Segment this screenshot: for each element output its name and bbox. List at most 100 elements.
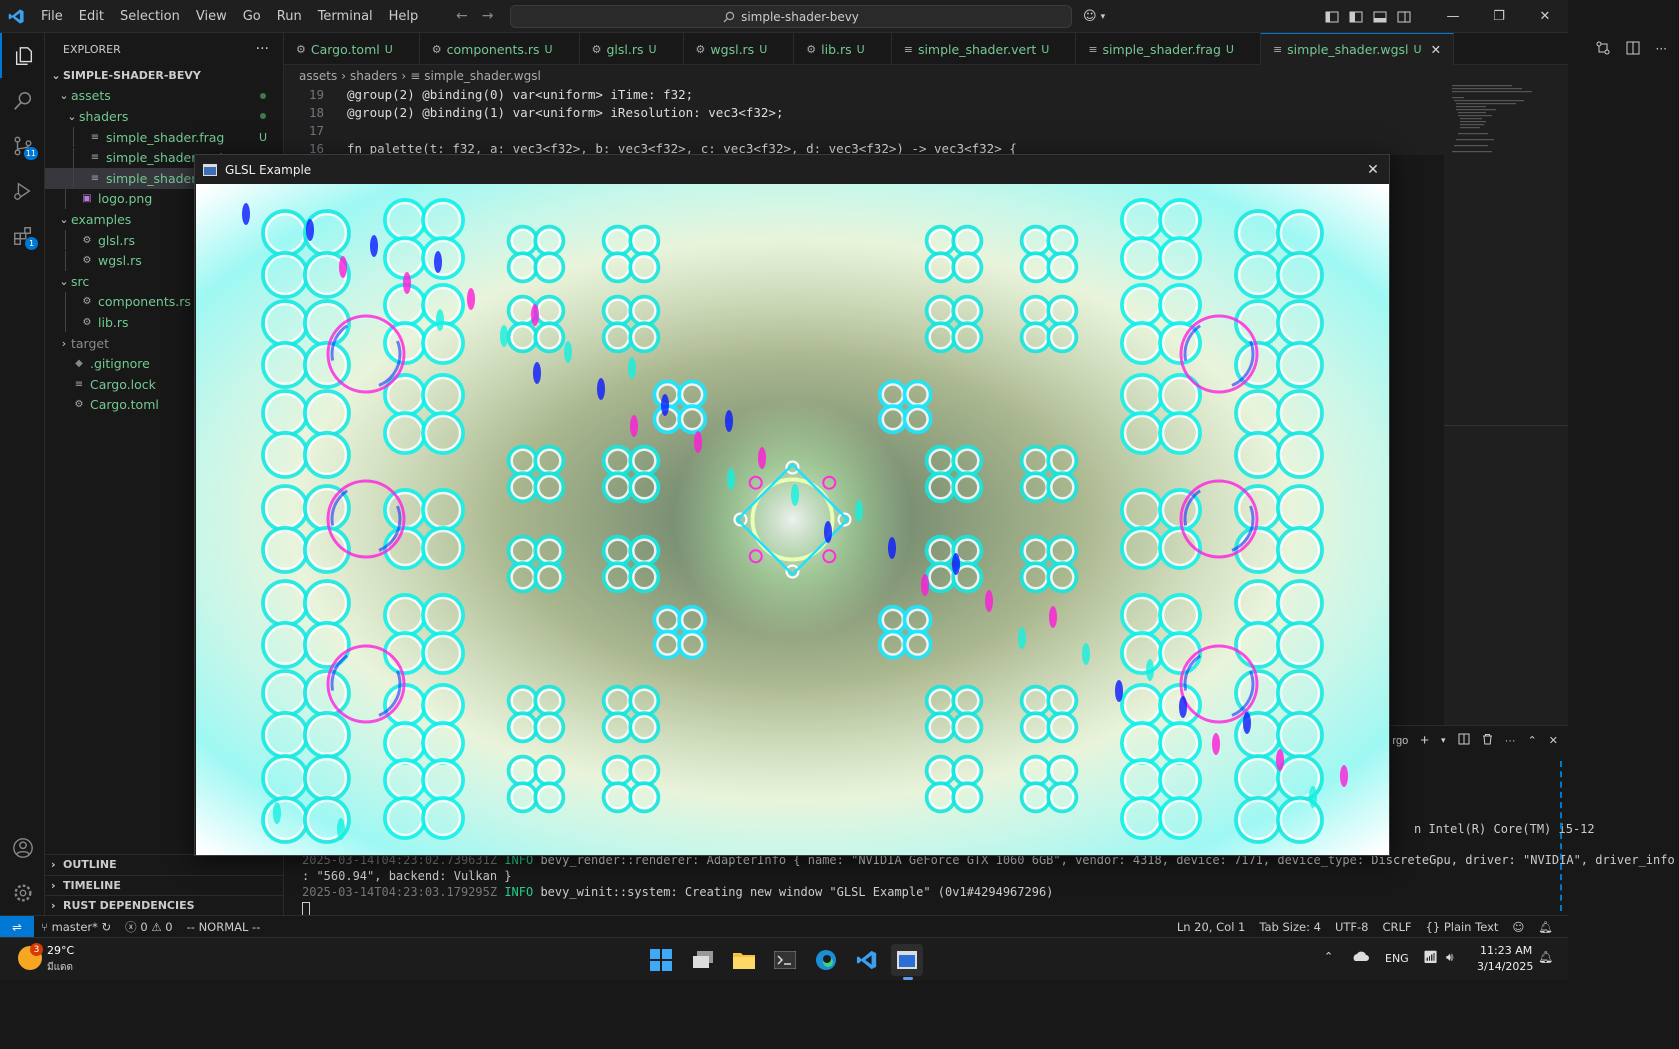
copilot-menu[interactable]: ☺ ▾ <box>1083 9 1105 25</box>
menu-go[interactable]: Go <box>235 0 269 33</box>
menu-file[interactable]: File <box>33 0 71 33</box>
notification-bell-icon[interactable]: 🔔︎ <box>1538 950 1553 964</box>
command-center[interactable]: simple-shader-bevy <box>510 5 1072 28</box>
panel-more-icon[interactable]: ··· <box>1505 735 1516 747</box>
edge-browser-icon[interactable] <box>810 944 842 976</box>
run-debug-activity[interactable] <box>0 168 45 213</box>
tree-item-simple-shader-frag[interactable]: ≡ simple_shader.frag U <box>45 127 283 148</box>
maximize-panel-icon[interactable]: ⌃ <box>1528 734 1537 747</box>
glsl-example-taskbar-icon[interactable] <box>891 944 923 976</box>
remote-indicator-icon[interactable]: ⇌ <box>0 915 34 938</box>
explorer-activity[interactable] <box>0 33 45 78</box>
tree-item-label: lib.rs <box>98 314 129 330</box>
input-language[interactable]: ENG <box>1385 952 1409 965</box>
rust-dependencies-section[interactable]: › RUST DEPENDENCIES <box>45 895 284 915</box>
wifi-icon[interactable]: 📶︎ <box>1423 950 1438 964</box>
minimize-icon[interactable]: — <box>1430 0 1476 33</box>
task-view-icon[interactable] <box>687 944 719 976</box>
minimap[interactable] <box>1444 65 1568 725</box>
cursor-position[interactable]: Ln 20, Col 1 <box>1170 920 1253 934</box>
windows-taskbar: 3 29°C มีแดด ⌃ ENG 📶︎ 🔊︎ 11:23 AM 3/14/2… <box>0 937 1568 980</box>
tab-simple-shader-vert[interactable]: ≡ simple_shader.vert U <box>892 33 1077 65</box>
editor-more-icon[interactable]: ··· <box>1656 42 1667 56</box>
start-icon[interactable] <box>645 944 677 976</box>
tree-item-assets[interactable]: ⌄ assets <box>45 86 283 107</box>
toggle-secondary-sidebar-icon[interactable] <box>1392 0 1416 33</box>
toggle-sidebar-icon[interactable] <box>1344 0 1368 33</box>
new-terminal-icon[interactable]: + <box>1420 732 1429 749</box>
menu-run[interactable]: Run <box>269 0 310 33</box>
accounts-activity[interactable] <box>0 825 45 870</box>
code-editor[interactable]: 19 @group(2) @binding(0) var<uniform> iT… <box>284 87 1444 156</box>
open-changes-icon[interactable] <box>1596 41 1610 58</box>
layout-customize-icon[interactable] <box>1320 0 1344 33</box>
tree-item-shaders[interactable]: ⌄ shaders <box>45 106 283 127</box>
split-terminal-icon[interactable] <box>1458 733 1470 748</box>
close-icon[interactable]: ✕ <box>1363 160 1383 180</box>
menu-selection[interactable]: Selection <box>112 0 188 33</box>
tab-lib-rs[interactable]: ⚙ lib.rs U <box>794 33 892 65</box>
tree-item-label: glsl.rs <box>98 232 136 248</box>
breadcrumb-assets[interactable]: assets <box>299 69 337 83</box>
tab-cargo-toml[interactable]: ⚙ Cargo.toml U <box>284 33 420 65</box>
outline-section[interactable]: › OUTLINE <box>45 854 284 874</box>
tree-item-label: simple_shader.frag <box>106 129 225 145</box>
split-editor-icon[interactable] <box>1626 41 1640 58</box>
tab-size[interactable]: Tab Size: 4 <box>1252 920 1328 934</box>
tab-glsl-rs[interactable]: ⚙ glsl.rs U <box>580 33 684 65</box>
vscode-taskbar-icon[interactable] <box>851 944 883 976</box>
back-arrow-icon[interactable]: ← <box>456 8 468 24</box>
copilot-status-icon[interactable]: ☺ <box>1505 920 1531 934</box>
terminal-scroll-indicator <box>1560 761 1564 911</box>
toggle-panel-icon[interactable] <box>1368 0 1392 33</box>
restore-icon[interactable]: ❐ <box>1476 0 1522 33</box>
tab-simple-shader-wgsl[interactable]: ≡ simple_shader.wgsl U ✕ <box>1260 33 1455 65</box>
timeline-section[interactable]: › TIMELINE <box>45 875 284 895</box>
terminal-app-icon[interactable] <box>769 944 801 976</box>
workspace-root[interactable]: ⌄ SIMPLE-SHADER-BEVY <box>45 65 283 86</box>
tree-item-label: target <box>71 335 110 351</box>
git-branch[interactable]: ⑂ master* ↻ <box>34 920 118 934</box>
notifications-icon[interactable]: 🔔︎ <box>1531 920 1560 934</box>
line-ending[interactable]: CRLF <box>1375 920 1418 934</box>
onedrive-icon[interactable] <box>1351 950 1369 965</box>
manage-activity[interactable] <box>0 870 45 915</box>
encoding[interactable]: UTF-8 <box>1328 920 1376 934</box>
glsl-example-window[interactable]: GLSL Example ✕ <box>194 154 1390 856</box>
shader-render-canvas[interactable] <box>196 184 1389 855</box>
menu-help[interactable]: Help <box>381 0 427 33</box>
menu-edit[interactable]: Edit <box>71 0 112 33</box>
breadcrumb-shaders[interactable]: shaders <box>350 69 397 83</box>
volume-icon[interactable]: 🔊︎ <box>1446 950 1454 965</box>
clock-date[interactable]: 3/14/2025 <box>1477 960 1533 973</box>
close-window-icon[interactable]: ✕ <box>1522 0 1568 33</box>
breadcrumb-file[interactable]: simple_shader.wgsl <box>424 69 540 83</box>
forward-arrow-icon[interactable]: → <box>482 8 494 24</box>
tab-wgsl-rs[interactable]: ⚙ wgsl.rs U <box>684 33 795 65</box>
clock-time[interactable]: 11:23 AM <box>1480 944 1532 957</box>
trash-icon[interactable] <box>1482 733 1493 748</box>
tab-components-rs[interactable]: ⚙ components.rs U <box>420 33 580 65</box>
terminal-tab-label[interactable]: rgo <box>1392 735 1408 747</box>
menu-terminal[interactable]: Terminal <box>310 0 381 33</box>
glsl-window-titlebar[interactable]: GLSL Example <box>195 155 1389 184</box>
close-panel-icon[interactable]: ✕ <box>1549 734 1558 747</box>
menu-view[interactable]: View <box>188 0 235 33</box>
file-explorer-icon[interactable] <box>728 944 760 976</box>
extensions-badge: 1 <box>25 237 38 250</box>
extensions-activity[interactable]: 1 <box>0 213 45 258</box>
sync-icon: ↻ <box>101 919 112 934</box>
problems-indicator[interactable]: ⓧ 0 ⚠ 0 <box>118 919 179 935</box>
more-actions-icon[interactable]: ··· <box>256 41 269 57</box>
close-tab-icon[interactable]: ✕ <box>1431 42 1441 57</box>
search-activity[interactable] <box>0 78 45 123</box>
tab-simple-shader-frag[interactable]: ≡ simple_shader.frag U <box>1076 33 1261 65</box>
weather-temp[interactable]: 29°C <box>47 944 74 957</box>
language-mode[interactable]: {} Plain Text <box>1419 920 1506 934</box>
indent-guide <box>65 312 79 333</box>
source-control-activity[interactable]: 11 <box>0 123 45 168</box>
show-hidden-icons-icon[interactable]: ⌃ <box>1324 950 1333 963</box>
chevron-down-icon[interactable]: ▾ <box>1441 735 1446 746</box>
tree-item-label: src <box>71 273 90 289</box>
code-line: @group(2) @binding(1) var<uniform> iReso… <box>347 105 784 120</box>
